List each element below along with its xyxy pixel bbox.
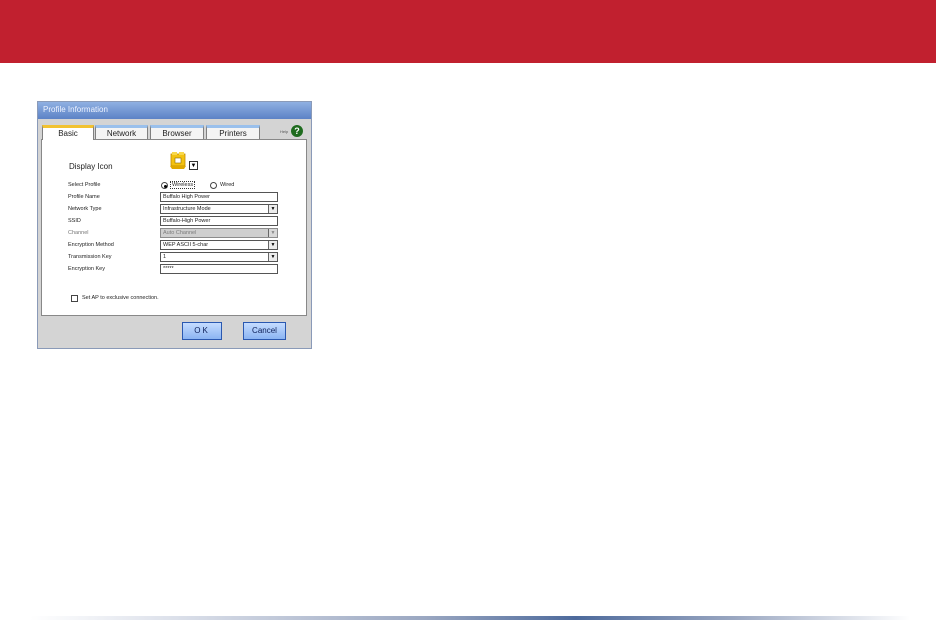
radio-wireless-label[interactable]: Wireless (170, 181, 196, 189)
radio-wired-label[interactable]: Wired (220, 182, 234, 188)
cancel-button[interactable]: Cancel (243, 322, 286, 340)
channel-value: Auto Channel (163, 230, 197, 236)
transmission-key-value: 1 (163, 254, 167, 260)
ssid-input[interactable]: Buffalo-High Power (160, 216, 278, 226)
profile-name-label: Profile Name (68, 194, 100, 200)
header-banner (0, 0, 936, 63)
basic-settings-panel: Display Icon ▼ Select Profile Wireless W… (41, 139, 307, 316)
channel-select: Auto Channel ▼ (160, 228, 278, 238)
exclusive-connection-label[interactable]: Set AP to exclusive connection. (82, 295, 159, 301)
network-type-value: Infrastructure Mode (163, 206, 211, 212)
encryption-method-label: Encryption Method (68, 242, 114, 248)
radio-wireless[interactable] (161, 182, 168, 189)
select-profile-label: Select Profile (68, 182, 101, 188)
help-icon[interactable]: ? (291, 125, 303, 137)
encryption-key-label: Encryption Key (68, 266, 105, 272)
profile-name-input[interactable]: Buffalo High Power (160, 192, 278, 202)
encryption-method-select[interactable]: WEP ASCII 5-char ▼ (160, 240, 278, 250)
wireless-profile-icon[interactable] (168, 150, 188, 170)
page: Profile Information Basic Network Browse… (0, 0, 936, 621)
radio-wired[interactable] (210, 182, 217, 189)
encryption-method-value: WEP ASCII 5-char (163, 242, 209, 248)
display-icon-dropdown[interactable]: ▼ (189, 161, 198, 170)
exclusive-connection-checkbox[interactable] (71, 295, 78, 302)
tab-basic[interactable]: Basic (42, 125, 94, 140)
encryption-key-value: ***** (163, 266, 174, 272)
tab-browser[interactable]: Browser (150, 125, 204, 139)
dialog-titlebar[interactable]: Profile Information (38, 102, 311, 119)
profile-name-value: Buffalo High Power (163, 194, 210, 200)
transmission-key-label: Transmission Key (68, 254, 112, 260)
chevron-down-icon[interactable]: ▼ (268, 205, 277, 213)
encryption-key-input[interactable]: ***** (160, 264, 278, 274)
ssid-value: Buffalo-High Power (163, 218, 211, 224)
network-type-select[interactable]: Infrastructure Mode ▼ (160, 204, 278, 214)
tab-network[interactable]: Network (95, 125, 148, 139)
footer-divider (30, 616, 910, 620)
chevron-down-icon[interactable]: ▼ (268, 253, 277, 261)
transmission-key-select[interactable]: 1 ▼ (160, 252, 278, 262)
dialog-title: Profile Information (43, 105, 108, 114)
help-label: Help (280, 129, 289, 134)
network-type-label: Network Type (68, 206, 102, 212)
radio-selected-dot (163, 184, 167, 188)
ok-button[interactable]: OK (182, 322, 222, 340)
display-icon-label: Display Icon (69, 162, 113, 171)
chevron-down-icon: ▼ (268, 229, 277, 237)
profile-information-dialog: Profile Information Basic Network Browse… (37, 101, 312, 349)
channel-label: Channel (68, 230, 89, 236)
chevron-down-icon[interactable]: ▼ (268, 241, 277, 249)
tab-printers[interactable]: Printers (206, 125, 260, 139)
ssid-label: SSID (68, 218, 81, 224)
